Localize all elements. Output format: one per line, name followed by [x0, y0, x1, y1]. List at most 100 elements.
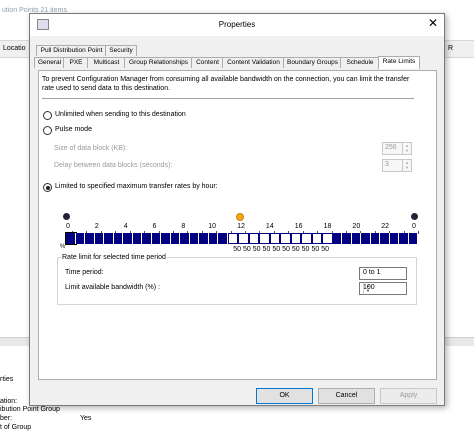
- percent-symbol: %: [60, 244, 66, 250]
- hour-label: 18: [323, 223, 332, 230]
- details-yes-value: Yes: [80, 415, 92, 422]
- tab-pull-distribution-point[interactable]: Pull Distribution Point: [36, 45, 107, 56]
- hour-label: 14: [265, 223, 274, 230]
- details-line-4: t of Group: [0, 424, 32, 431]
- time-period-label: Time period:: [65, 269, 104, 276]
- details-title: rties: [0, 376, 14, 383]
- stepper-arrows-icon[interactable]: ▲ ▼: [402, 160, 411, 171]
- hour-cell[interactable]: [75, 233, 85, 244]
- block-size-label: Size of data block (KB):: [54, 145, 128, 152]
- hour-cell[interactable]: [342, 233, 352, 244]
- hour-cell[interactable]: [361, 233, 371, 244]
- hour-cell[interactable]: [113, 233, 123, 244]
- hour-cell[interactable]: [104, 233, 114, 244]
- column-header-right[interactable]: R: [448, 45, 453, 52]
- rate-limits-description: To prevent Configuration Manager from co…: [42, 76, 410, 92]
- fifty-label: 50: [301, 246, 310, 253]
- radio-unlimited-label[interactable]: Unlimited when sending to this destinati…: [55, 111, 186, 118]
- moon-icon: [63, 213, 70, 220]
- hour-cell[interactable]: [142, 233, 152, 244]
- hour-cell[interactable]: [85, 233, 95, 244]
- bandwidth-label: Limit available bandwidth (%) :: [65, 284, 160, 291]
- hour-cell[interactable]: [151, 233, 161, 244]
- stepper-arrows-icon[interactable]: ▲ ▼: [402, 143, 411, 154]
- tab-general[interactable]: General: [34, 57, 65, 68]
- tab-rate-limits[interactable]: Rate Limits: [378, 56, 420, 69]
- hourly-rate-grid[interactable]: [65, 232, 418, 245]
- hour-label: 4: [123, 223, 128, 230]
- radio-limited-label[interactable]: Limited to specified maximum transfer ra…: [55, 183, 218, 190]
- radio-pulse-mode[interactable]: [43, 126, 52, 135]
- hour-cell[interactable]: [259, 233, 270, 244]
- hour-label: 0: [412, 223, 416, 230]
- hour-cell[interactable]: [238, 233, 249, 244]
- title-bar[interactable]: Properties ✕: [30, 14, 444, 36]
- hour-cell[interactable]: [161, 233, 171, 244]
- hour-cell[interactable]: [399, 233, 409, 244]
- hour-cell[interactable]: [248, 233, 259, 244]
- tab-security[interactable]: Security: [105, 45, 137, 56]
- hour-cell[interactable]: [208, 233, 218, 244]
- hour-cell[interactable]: [199, 233, 209, 244]
- hour-cell[interactable]: [322, 233, 333, 244]
- hour-cell[interactable]: [65, 232, 77, 245]
- hour-cell[interactable]: [189, 233, 199, 244]
- hour-cell[interactable]: [123, 233, 133, 244]
- hour-cell[interactable]: [180, 233, 190, 244]
- fifty-label: 50: [282, 246, 290, 253]
- radio-unlimited[interactable]: [43, 111, 52, 120]
- fifty-label: 50: [243, 246, 251, 253]
- properties-dialog: Properties ✕ Pull Distribution Point Sec…: [29, 13, 445, 406]
- radio-limited[interactable]: [43, 183, 52, 192]
- block-size-stepper[interactable]: 256 ▲ ▼: [382, 142, 412, 155]
- bandwidth-stepper[interactable]: 100 ▲ ▼: [359, 282, 407, 295]
- hour-label: 12: [237, 223, 245, 230]
- hour-cell[interactable]: [408, 233, 418, 244]
- hour-cell[interactable]: [227, 233, 238, 244]
- tab-content[interactable]: Content: [191, 57, 224, 68]
- delay-label: Delay between data blocks (seconds):: [54, 162, 173, 169]
- tab-boundary-groups[interactable]: Boundary Groups: [283, 57, 342, 68]
- close-icon[interactable]: ✕: [428, 16, 438, 30]
- hour-cell[interactable]: [332, 233, 342, 244]
- hour-label: 6: [152, 223, 157, 230]
- apply-button[interactable]: Apply: [380, 388, 437, 404]
- hour-cell[interactable]: [280, 233, 291, 244]
- hour-label: 20: [352, 223, 361, 230]
- cancel-button[interactable]: Cancel: [318, 388, 375, 404]
- details-line-2: ibution Point Group: [0, 406, 60, 413]
- column-header-location[interactable]: Locatio: [3, 45, 26, 52]
- fifty-label: 50: [272, 246, 281, 253]
- hour-cell[interactable]: [218, 233, 228, 244]
- fifty-label: 50: [291, 246, 300, 253]
- stepper-arrows-icon[interactable]: ▲ ▼: [363, 283, 372, 294]
- hour-label: 16: [294, 223, 303, 230]
- hour-cell[interactable]: [311, 233, 322, 244]
- tab-multicast[interactable]: Multicast: [87, 57, 126, 68]
- hour-cell[interactable]: [290, 233, 301, 244]
- hour-cell[interactable]: [380, 233, 390, 244]
- hour-tick: [418, 231, 419, 234]
- sun-icon: [236, 213, 244, 221]
- moon-icon: [411, 213, 418, 220]
- dialog-title: Properties: [218, 20, 256, 29]
- hour-cell[interactable]: [301, 233, 312, 244]
- tab-schedule[interactable]: Schedule: [340, 57, 380, 68]
- hour-label: 2: [94, 223, 99, 230]
- radio-pulse-mode-label[interactable]: Pulse mode: [55, 126, 92, 133]
- hour-cell[interactable]: [94, 233, 104, 244]
- tab-group-relationships[interactable]: Group Relationships: [124, 57, 193, 68]
- hour-cell[interactable]: [370, 233, 380, 244]
- hour-cell[interactable]: [132, 233, 142, 244]
- tab-content-validation[interactable]: Content Validation: [222, 57, 285, 68]
- hour-cell[interactable]: [269, 233, 280, 244]
- details-line-1: ation:: [0, 398, 18, 405]
- time-period-value: 0 to 1: [363, 269, 381, 276]
- hour-cell[interactable]: [389, 233, 399, 244]
- delay-stepper[interactable]: 3 ▲ ▼: [382, 159, 412, 172]
- tab-pxe[interactable]: PXE: [63, 57, 89, 68]
- rate-limit-group: [57, 257, 417, 305]
- hour-cell[interactable]: [351, 233, 361, 244]
- hour-cell[interactable]: [170, 233, 180, 244]
- ok-button[interactable]: OK: [256, 388, 313, 404]
